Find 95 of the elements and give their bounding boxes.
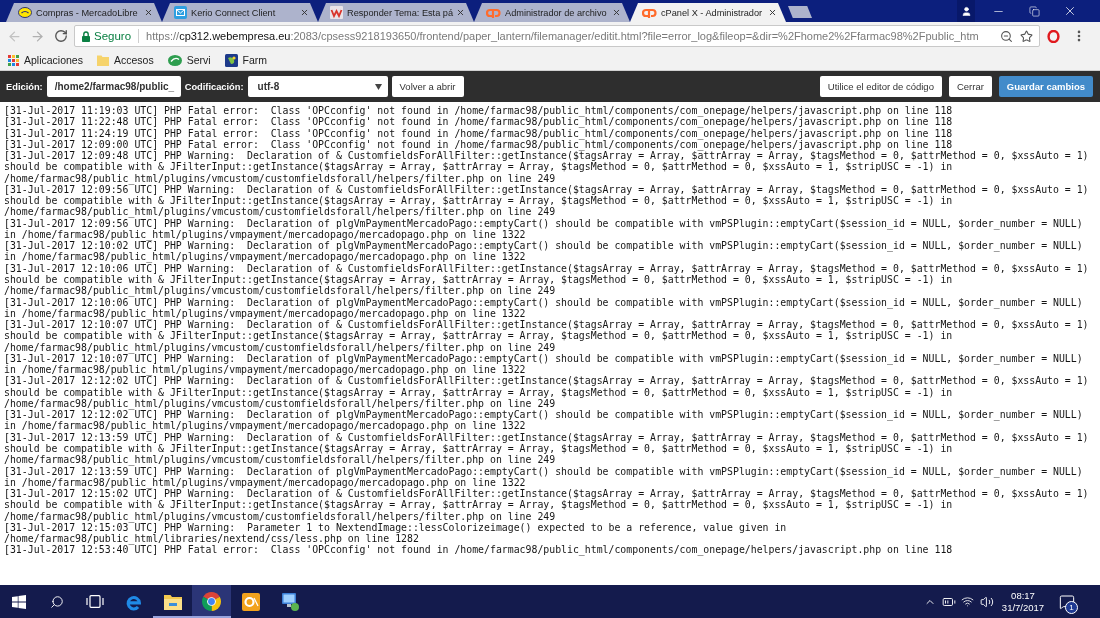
bookmark-item[interactable]: Servi <box>167 54 211 66</box>
log-line: [31-Jul-2017 12:10:07 UTC] PHP Warning: Declaration of & CustomfieldsForAllFilter::getInstance($tagsArray = Array, $attrArray = Array, $tagsMethod = 0, $attrMethod = 0, $xssAuto = 1) <box>4 319 1089 331</box>
caret-icon <box>374 83 382 90</box>
log-line: [31-Jul-2017 11:19:03 UTC] PHP Fatal error: Class 'OPCconfig' not found in /home/farmac98/public_html/components/com_onepage/helpers/javascript.php on line 118 <box>4 105 953 117</box>
monitor-icon <box>279 591 300 612</box>
browser-tab[interactable]: Compras - MercadoLibre <box>6 3 162 22</box>
log-line: [31-Jul-2017 12:15:02 UTC] PHP Warning: Declaration of & CustomfieldsForAllFilter::getInstance($tagsArray = Array, $attrArray = Array, $tagsMethod = 0, $attrMethod = 0, $xssAuto = 1) <box>4 488 1089 500</box>
log-line: should be compatible with & JFilterInput::getInstance($tagsArray = Array, $attrArray = Array, $tagsMethod = 0, $attrMethod = 0, $xssAuto = 1, $stripUSC = -1) in <box>4 330 953 342</box>
close-icon[interactable] <box>456 8 465 17</box>
encoding-select[interactable]: utf-8 <box>247 76 388 97</box>
browser-tab[interactable]: Administrador de archivo <box>474 3 630 22</box>
log-line: should be compatible with & JFilterInput::getInstance($tagsArray = Array, $attrArray = Array, $tagsMethod = 0, $attrMethod = 0, $xssAuto = 1, $stripUSC = -1) in <box>4 386 953 398</box>
log-line: [31-Jul-2017 12:10:02 UTC] PHP Warning: Declaration of plgVmPaymentMercadoPago::emptyCart() should be compatible with vmPSPlugin::emptyCart($session_id = NULL, $order_number = NULL) <box>4 240 1083 252</box>
reopen-button[interactable]: Volver a abrir <box>391 76 464 97</box>
close-icon[interactable] <box>768 8 777 17</box>
log-line: in /home/farmac98/public_html/plugins/vmpayment/mercadopago/mercadopago.php on line 1322 <box>4 364 526 376</box>
search-icon[interactable] <box>50 594 64 609</box>
code-editor-button[interactable]: Utilice el editor de código <box>819 76 942 97</box>
browser-tab[interactable]: Responder Tema: Esta pá <box>318 3 474 22</box>
restore-icon[interactable] <box>1028 5 1040 17</box>
notification-badge: 1 <box>1065 601 1078 614</box>
cp-logo-icon <box>486 7 501 18</box>
log-line: [31-Jul-2017 11:22:48 UTC] PHP Fatal error: Class 'OPCconfig' not found in /home/farmac98/public_html/components/com_onepage/helpers/javascript.php on line 118 <box>4 116 953 128</box>
task-view-icon[interactable] <box>86 595 104 608</box>
bookmark-item[interactable]: Farm <box>224 53 268 67</box>
log-line: /home/farmac98/public_html/plugins/vmcustom/customfieldsforall/helpers/filter.php on line 249 <box>4 454 556 466</box>
oval-logo-icon <box>18 7 32 18</box>
path-label: Edición: <box>6 81 43 92</box>
oval-logo-icon[interactable] <box>167 54 182 66</box>
log-line: should be compatible with & JFilterInput::getInstance($tagsArray = Array, $attrArray = Array, $tagsMethod = 0, $attrMethod = 0, $xssAuto = 1, $stripUSC = -1) in <box>4 499 953 511</box>
log-line: should be compatible with & JFilterInput::getInstance($tagsArray = Array, $attrArray = Array, $tagsMethod = 0, $attrMethod = 0, $xssAuto = 1, $stripUSC = -1) in <box>4 161 953 173</box>
bookmark-item[interactable]: Accesos <box>96 54 154 66</box>
star-icon[interactable] <box>1020 29 1033 43</box>
envelope-icon <box>174 6 187 19</box>
log-line: [31-Jul-2017 11:24:19 UTC] PHP Fatal error: Class 'OPCconfig' not found in /home/farmac98/public_html/components/com_onepage/helpers/javascript.php on line 118 <box>4 127 953 139</box>
log-line: should be compatible with & JFilterInput::getInstance($tagsArray = Array, $attrArray = Array, $tagsMethod = 0, $attrMethod = 0, $xssAuto = 1, $stripUSC = -1) in <box>4 442 953 455</box>
close-icon[interactable] <box>300 8 309 17</box>
log-line: /home/farmac98/public_html/plugins/vmcustom/customfieldsforall/helpers/filter.php on line 249 <box>4 172 556 184</box>
log-line: in /home/farmac98/public_html/plugins/vmpayment/mercadopago/mercadopago.php on line 1322 <box>4 307 526 320</box>
windows-logo-icon[interactable] <box>12 594 26 609</box>
path-field[interactable]: /home2/farmac98/public_ <box>46 76 181 97</box>
log-line: [31-Jul-2017 12:13:59 UTC] PHP Warning: Declaration of & CustomfieldsForAllFilter::getInstance($tagsArray = Array, $attrArray = Array, $tagsMethod = 0, $attrMethod = 0, $xssAuto = 1) <box>4 431 1089 443</box>
browser-tab[interactable]: cPanel X - Administrador <box>630 3 786 22</box>
profile-button[interactable] <box>957 0 975 22</box>
bookmark-item[interactable]: Aplicaciones <box>8 54 83 66</box>
log-line: /home/farmac98/public_html/plugins/vmcustom/customfieldsforall/helpers/filter.php on line 249 <box>4 206 556 218</box>
site-logo-icon[interactable] <box>224 53 238 67</box>
encoding-label: Codificación: <box>184 81 244 92</box>
reload-icon[interactable] <box>53 29 68 43</box>
taskbar-app-button[interactable] <box>192 585 231 618</box>
save-button[interactable]: Guardar cambios <box>998 76 1093 97</box>
log-line: /home/farmac98/public_html/plugins/vmcustom/customfieldsforall/helpers/filter.php on line 249 <box>4 397 556 410</box>
cp-logo-icon <box>642 7 657 18</box>
folder-icon <box>163 593 182 610</box>
log-line: [31-Jul-2017 12:12:02 UTC] PHP Warning: Declaration of & CustomfieldsForAllFilter::getInstance($tagsArray = Array, $attrArray = Array, $tagsMethod = 0, $attrMethod = 0, $xssAuto = 1) <box>4 375 1089 387</box>
ring-tile-icon <box>241 592 260 611</box>
log-line: [31-Jul-2017 12:09:56 UTC] PHP Warning: Declaration of plgVmPaymentMercadoPago::emptyCart() should be compatible with vmPSPlugin::emptyCart($session_id = NULL, $order_number = NULL) <box>4 217 1083 229</box>
clock-time[interactable]: 08:17 <box>1011 589 1035 602</box>
log-line: [31-Jul-2017 12:09:00 UTC] PHP Fatal error: Class 'OPCconfig' not found in /home/farmac98/public_html/components/com_onepage/helpers/javascript.php on line 118 <box>4 138 953 151</box>
log-line: should be compatible with & JFilterInput::getInstance($tagsArray = Array, $attrArray = Array, $tagsMethod = 0, $attrMethod = 0, $xssAuto = 1, $stripUSC = -1) in <box>4 274 953 286</box>
browser-tab[interactable]: Kerio Connect Client <box>162 3 318 22</box>
close-button[interactable]: Cerrar <box>948 76 992 97</box>
log-line: /home/farmac98/public_html/plugins/vmcustom/customfieldsforall/helpers/filter.php on line 249 <box>4 341 556 353</box>
log-line: in /home/farmac98/public_html/plugins/vmpayment/mercadopago/mercadopago.php on line 1322 <box>4 420 526 432</box>
close-icon[interactable] <box>612 8 621 17</box>
log-line: [31-Jul-2017 12:13:59 UTC] PHP Warning: Declaration of plgVmPaymentMercadoPago::emptyCart() should be compatible with vmPSPlugin::emptyCart($session_id = NULL, $order_number = NULL) <box>4 465 1083 477</box>
close-icon[interactable] <box>1063 4 1077 18</box>
log-line: [31-Jul-2017 12:10:06 UTC] PHP Warning: Declaration of & CustomfieldsForAllFilter::getInstance($tagsArray = Array, $attrArray = Array, $tagsMethod = 0, $attrMethod = 0, $xssAuto = 1) <box>4 262 1089 274</box>
zigzag-logo-icon <box>330 6 343 19</box>
close-icon[interactable] <box>144 8 153 17</box>
zoom-out-icon[interactable] <box>1000 29 1013 43</box>
url-text: https://cp312.webempresa.eu:2083/cpsess9218193650/frontend/paper_lantern/filemanager/editit.html?file=error_log&fileop=&dir=%2Fhome2%2Ffarmac98%2Fpublic_htm <box>146 30 979 42</box>
log-line: in /home/farmac98/public_html/plugins/vmpayment/mercadopago/mercadopago.php on line 1322 <box>4 228 526 241</box>
message-icon[interactable] <box>1059 593 1075 610</box>
speaker-icon[interactable] <box>979 594 994 609</box>
log-line: /home/farmac98/public_html/plugins/vmcustom/customfieldsforall/helpers/filter.php on line 249 <box>4 285 556 297</box>
log-line: [31-Jul-2017 12:53:40 UTC] PHP Fatal error: Class 'OPCconfig' not found in /home/farmac98/public_html/components/com_onepage/helpers/javascript.php on line 118 <box>4 544 953 556</box>
log-line: /home/farmac98/public_html/libraries/nextend/css/less.php on line 1282 <box>4 533 419 545</box>
log-line: [31-Jul-2017 12:09:48 UTC] PHP Warning: Declaration of & CustomfieldsForAllFilter::getInstance($tagsArray = Array, $attrArray = Array, $tagsMethod = 0, $attrMethod = 0, $xssAuto = 1) <box>4 150 1089 162</box>
apps-grid-icon[interactable] <box>8 54 19 66</box>
log-line: [31-Jul-2017 12:12:02 UTC] PHP Warning: Declaration of plgVmPaymentMercadoPago::emptyCart() should be compatible with vmPSPlugin::emptyCart($session_id = NULL, $order_number = NULL) <box>4 409 1083 421</box>
log-line: should be compatible with & JFilterInput::getInstance($tagsArray = Array, $attrArray = Array, $tagsMethod = 0, $attrMethod = 0, $xssAuto = 1, $stripUSC = -1) in <box>4 195 953 207</box>
address-bar[interactable]: Seguro https://cp312.webempresa.eu:2083/cpsess9218193650/frontend/paper_lantern/filemanager/editit.html?file=error_log&fileop=&dir=%2Fhome2%2Ffarmac98%2Fpublic_htm <box>74 25 1040 47</box>
person-icon <box>960 5 972 17</box>
lock-icon <box>82 30 90 42</box>
log-line: in /home/farmac98/public_html/plugins/vmpayment/mercadopago/mercadopago.php on line 1322 <box>4 476 526 489</box>
log-line: in /home/farmac98/public_html/plugins/vmpayment/mercadopago/mercadopago.php on line 1322 <box>4 251 526 263</box>
new-tab-button[interactable] <box>788 6 812 18</box>
log-line: [31-Jul-2017 12:10:06 UTC] PHP Warning: Declaration of plgVmPaymentMercadoPago::emptyCart() should be compatible with vmPSPlugin::emptyCart($session_id = NULL, $order_number = NULL) <box>4 296 1083 308</box>
tricolor-ball-icon <box>202 592 221 611</box>
clock-date[interactable]: 31/7/2017 <box>1001 601 1045 614</box>
log-line: /home/farmac98/public_html/plugins/vmcustom/customfieldsforall/helpers/filter.php on line 249 <box>4 510 556 522</box>
ring-logo-icon[interactable] <box>1046 29 1060 43</box>
security-indicator[interactable]: Seguro <box>82 29 140 43</box>
wifi-icon[interactable] <box>961 595 974 608</box>
